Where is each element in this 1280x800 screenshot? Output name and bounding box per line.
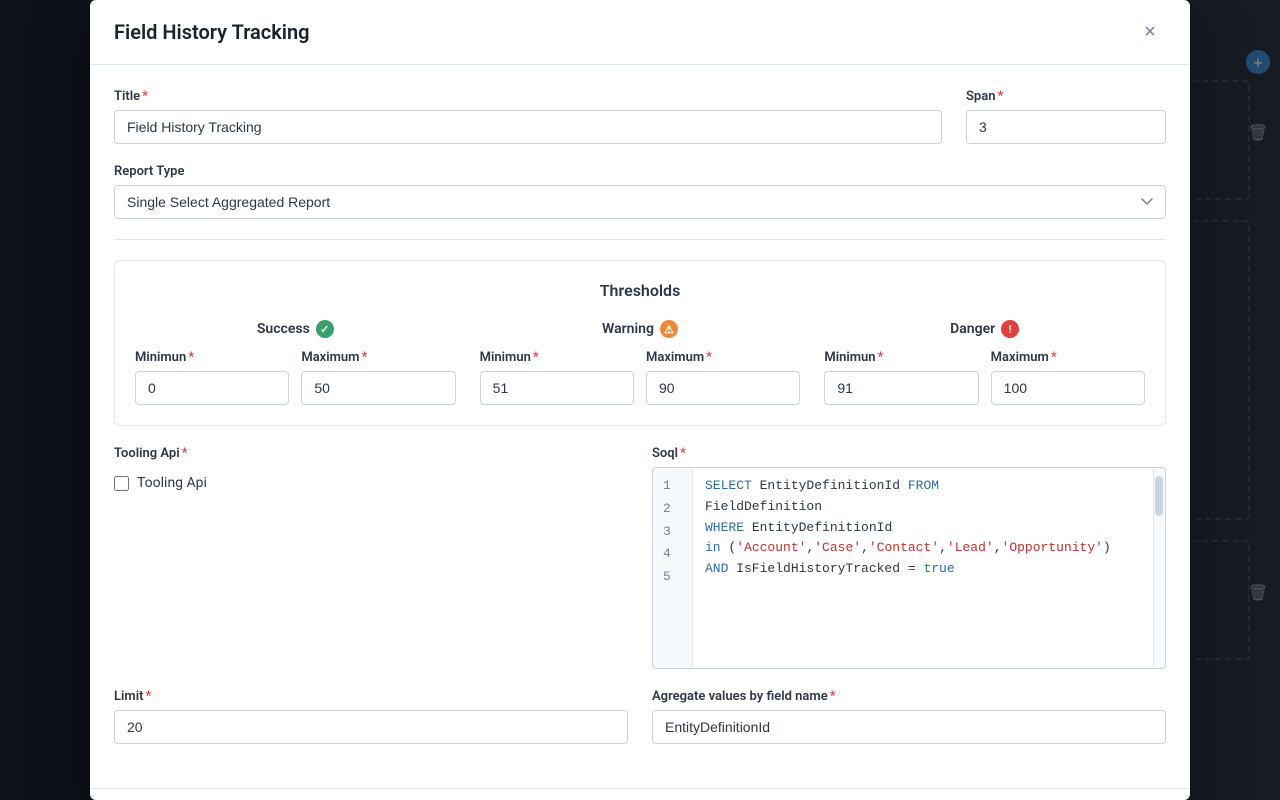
success-group: Success ✓ Minimun*: [135, 320, 456, 405]
limit-aggregate-row: Limit* Agregate values by field name*: [114, 689, 1166, 744]
warning-max-input[interactable]: [646, 371, 800, 405]
danger-max-input[interactable]: [991, 371, 1145, 405]
warning-max-label: Maximum*: [646, 350, 800, 365]
success-icon: ✓: [316, 320, 334, 338]
danger-group: Danger ! Minimun*: [824, 320, 1145, 405]
span-group: Span*: [966, 89, 1166, 144]
success-min-label: Minimun*: [135, 350, 289, 365]
line-1: 1: [663, 476, 682, 497]
title-group: Title*: [114, 89, 942, 144]
limit-group: Limit*: [114, 689, 628, 744]
soql-line-numbers: 1 2 3 4 5: [653, 468, 693, 668]
aggregate-group: Agregate values by field name*: [652, 689, 1166, 744]
modal-overlay: Field History Tracking × Title* Span*: [0, 0, 1280, 800]
close-button[interactable]: ×: [1134, 16, 1166, 48]
modal-header: Field History Tracking ×: [90, 0, 1190, 65]
limit-input[interactable]: [114, 710, 628, 744]
danger-icon: !: [1001, 320, 1019, 338]
soql-editor[interactable]: 1 2 3 4 5 SELECT EntityDefinitionId FROM…: [652, 467, 1166, 669]
success-header: Success ✓: [135, 320, 456, 338]
warning-min-label: Minimun*: [480, 350, 634, 365]
warning-min-input[interactable]: [480, 371, 634, 405]
success-min-input[interactable]: [135, 371, 289, 405]
modal-title: Field History Tracking: [114, 20, 310, 44]
soql-label: Soql*: [652, 446, 1166, 461]
warning-header: Warning ⚠: [480, 320, 801, 338]
report-type-label: Report Type: [114, 164, 1166, 179]
tooling-api-label: Tooling Api*: [114, 446, 628, 461]
danger-header: Danger !: [824, 320, 1145, 338]
limit-label: Limit*: [114, 689, 628, 704]
thresholds-title: Thresholds: [135, 281, 1145, 300]
tooling-api-checkbox-label: Tooling Api: [137, 475, 207, 491]
success-max-label: Maximum*: [301, 350, 455, 365]
thresholds-section: Thresholds Success ✓ Minimun*: [114, 260, 1166, 426]
modal-dialog: Field History Tracking × Title* Span*: [90, 0, 1190, 800]
title-span-row: Title* Span*: [114, 89, 1166, 144]
line-2: 2: [663, 499, 682, 520]
thresholds-grid: Success ✓ Minimun*: [135, 320, 1145, 405]
report-type-select[interactable]: Single Select Aggregated Report Multi Se…: [114, 185, 1166, 219]
danger-min-input[interactable]: [824, 371, 978, 405]
title-input[interactable]: [114, 110, 942, 144]
modal-footer: Save Cancel: [90, 788, 1190, 800]
tooling-api-checkbox-row: Tooling Api: [114, 475, 628, 491]
soql-group: Soql* 1 2 3 4 5 SELECT EntityDefinitionI…: [652, 446, 1166, 669]
tooling-api-group: Tooling Api* Tooling Api: [114, 446, 628, 669]
success-fields: Minimun* Maximum*: [135, 350, 456, 405]
report-type-group: Report Type Single Select Aggregated Rep…: [114, 164, 1166, 219]
warning-icon: ⚠: [660, 320, 678, 338]
aggregate-label: Agregate values by field name*: [652, 689, 1166, 704]
aggregate-input[interactable]: [652, 710, 1166, 744]
line-5: 5: [663, 567, 682, 588]
success-max-input[interactable]: [301, 371, 455, 405]
soql-content: 1 2 3 4 5 SELECT EntityDefinitionId FROM…: [653, 468, 1165, 668]
warning-group: Warning ⚠ Minimun*: [480, 320, 801, 405]
tooling-api-checkbox[interactable]: [114, 476, 129, 491]
tooling-soql-row: Tooling Api* Tooling Api Soql*: [114, 446, 1166, 669]
span-label: Span*: [966, 89, 1166, 104]
line-4: 4: [663, 544, 682, 565]
warning-min-group: Minimun*: [480, 350, 634, 405]
soql-scrollbar[interactable]: [1153, 468, 1165, 668]
modal-body: Title* Span* Report Type Single Selec: [90, 65, 1190, 788]
danger-max-group: Maximum*: [991, 350, 1145, 405]
success-min-group: Minimun*: [135, 350, 289, 405]
span-input[interactable]: [966, 110, 1166, 144]
divider: [114, 239, 1166, 240]
danger-min-group: Minimun*: [824, 350, 978, 405]
danger-max-label: Maximum*: [991, 350, 1145, 365]
success-max-group: Maximum*: [301, 350, 455, 405]
warning-fields: Minimun* Maximum*: [480, 350, 801, 405]
line-3: 3: [663, 522, 682, 543]
danger-fields: Minimun* Maximum*: [824, 350, 1145, 405]
warning-max-group: Maximum*: [646, 350, 800, 405]
title-label: Title*: [114, 89, 942, 104]
soql-scrollbar-thumb: [1155, 476, 1163, 516]
soql-text[interactable]: SELECT EntityDefinitionId FROM FieldDefi…: [693, 468, 1153, 668]
danger-min-label: Minimun*: [824, 350, 978, 365]
